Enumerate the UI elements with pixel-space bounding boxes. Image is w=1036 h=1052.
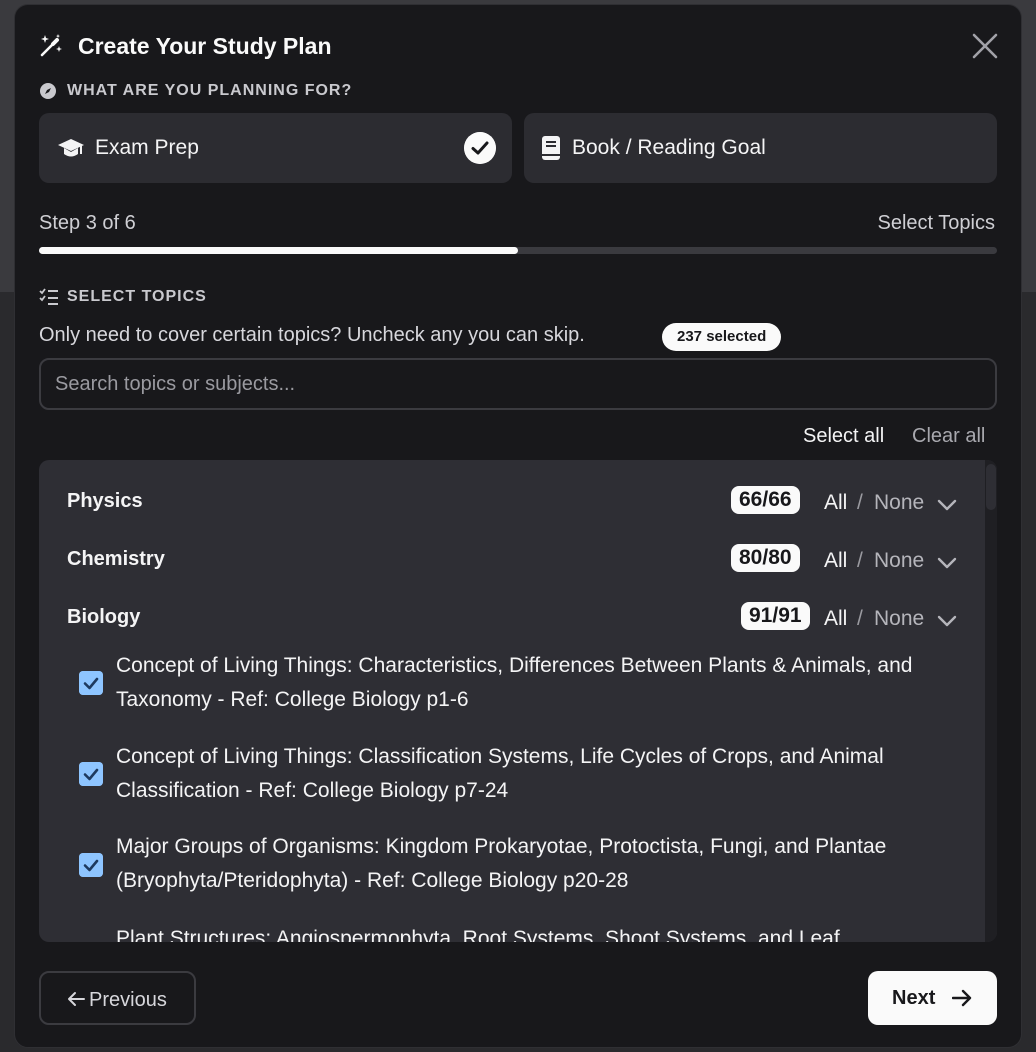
option-label: Book / Reading Goal xyxy=(572,136,766,159)
previous-label: Previous xyxy=(89,989,167,1011)
topics-description: Only need to cover certain topics? Unche… xyxy=(39,324,585,346)
subject-name: Chemistry xyxy=(67,548,165,570)
list-checks-icon xyxy=(39,288,58,305)
magic-wand-icon xyxy=(40,34,62,57)
modal-header: Create Your Study Plan xyxy=(15,5,1021,65)
topic-item[interactable]: Plant Structures: Angiospermophyta, Root… xyxy=(79,922,939,942)
next-label: Next xyxy=(892,987,936,1009)
close-icon[interactable] xyxy=(970,31,1000,61)
select-none-subject-link[interactable]: None xyxy=(874,607,924,631)
subject-count-badge: 66/66 xyxy=(731,486,800,514)
checkbox-checked-icon[interactable] xyxy=(79,762,103,786)
planning-section-label: WHAT ARE YOU PLANNING FOR? xyxy=(40,82,352,100)
arrow-left-icon xyxy=(68,992,85,1006)
option-label: Exam Prep xyxy=(95,136,199,159)
progress-fill xyxy=(39,247,518,254)
chevron-down-icon[interactable] xyxy=(936,610,958,632)
option-exam-prep[interactable]: Exam Prep xyxy=(39,113,512,183)
checkbox-checked-icon[interactable] xyxy=(79,853,103,877)
selected-count-badge: 237 selected xyxy=(662,323,782,351)
arrow-right-icon xyxy=(952,989,972,1007)
chevron-down-icon[interactable] xyxy=(936,494,958,516)
topic-text: Concept of Living Things: Classification… xyxy=(116,745,884,802)
graduation-cap-icon xyxy=(58,139,84,157)
scrollbar[interactable] xyxy=(985,460,997,942)
topics-section-label: SELECT TOPICS xyxy=(39,288,207,306)
separator: / xyxy=(857,549,863,572)
select-none-subject-link[interactable]: None xyxy=(874,549,924,573)
step-name: Select Topics xyxy=(877,212,995,234)
select-all-subject-link[interactable]: All xyxy=(824,607,847,631)
subject-count-badge: 80/80 xyxy=(731,544,800,572)
subject-name: Physics xyxy=(67,490,143,512)
compass-icon xyxy=(40,83,56,99)
select-all-subject-link[interactable]: All xyxy=(824,549,847,573)
check-circle-icon xyxy=(464,132,496,164)
separator: / xyxy=(857,491,863,514)
subject-row-biology[interactable]: Biology 91/91 All / None xyxy=(39,598,979,638)
checkbox-checked-icon[interactable] xyxy=(79,671,103,695)
topic-text: Concept of Living Things: Characteristic… xyxy=(116,654,913,711)
modal-title: Create Your Study Plan xyxy=(78,33,332,59)
select-all-subject-link[interactable]: All xyxy=(824,491,847,515)
topic-text: Plant Structures: Angiospermophyta, Root… xyxy=(116,927,840,942)
topics-list[interactable]: Physics 66/66 All / None Chemistry 80/80… xyxy=(39,460,997,942)
option-book-reading-goal[interactable]: Book / Reading Goal xyxy=(524,113,997,183)
next-button[interactable]: Next xyxy=(868,971,997,1025)
scrollbar-thumb[interactable] xyxy=(986,464,996,510)
book-icon xyxy=(542,136,560,160)
progress-bar xyxy=(39,247,997,254)
study-plan-modal: Create Your Study Plan WHAT ARE YOU PLAN… xyxy=(14,4,1022,1048)
previous-button[interactable]: Previous xyxy=(39,971,196,1025)
subject-row-chemistry[interactable]: Chemistry 80/80 All / None xyxy=(39,540,979,580)
subject-row-physics[interactable]: Physics 66/66 All / None xyxy=(39,482,979,522)
clear-all-link[interactable]: Clear all xyxy=(912,425,985,448)
topic-item[interactable]: Concept of Living Things: Characteristic… xyxy=(79,649,939,719)
topic-text: Major Groups of Organisms: Kingdom Proka… xyxy=(116,835,887,892)
topic-item[interactable]: Major Groups of Organisms: Kingdom Proka… xyxy=(79,830,939,902)
select-none-subject-link[interactable]: None xyxy=(874,491,924,515)
topic-item[interactable]: Concept of Living Things: Classification… xyxy=(79,740,939,810)
step-counter: Step 3 of 6 xyxy=(39,212,136,234)
select-all-link[interactable]: Select all xyxy=(803,425,884,448)
chevron-down-icon[interactable] xyxy=(936,552,958,574)
subject-name: Biology xyxy=(67,606,141,628)
subject-count-badge: 91/91 xyxy=(741,602,810,630)
search-input[interactable] xyxy=(39,358,997,410)
separator: / xyxy=(857,607,863,630)
